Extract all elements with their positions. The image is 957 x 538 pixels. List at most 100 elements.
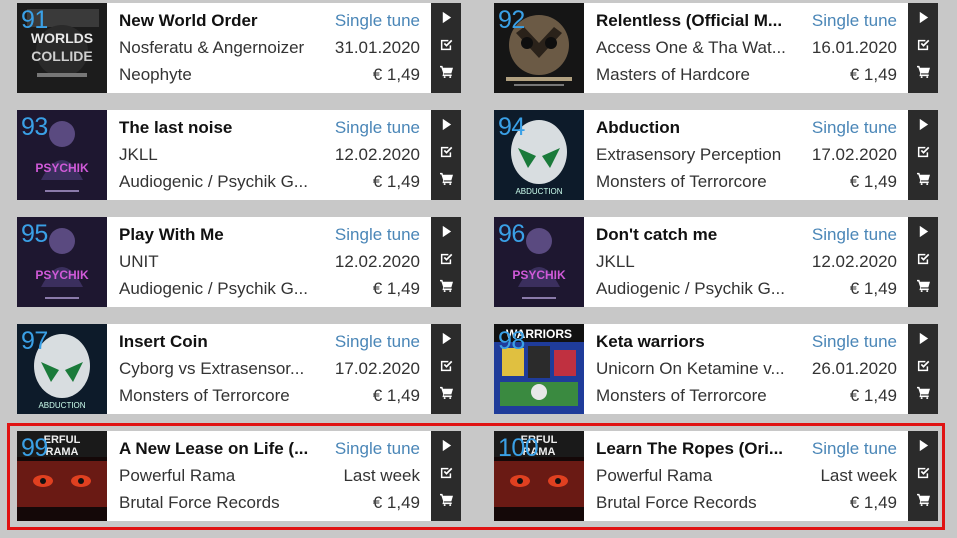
cart-icon: [439, 65, 453, 83]
track-card[interactable]: WARRIORS 98 Keta warriors Single tune Un…: [494, 324, 938, 414]
release-type[interactable]: Single tune: [335, 435, 420, 462]
track-artist[interactable]: Unicorn On Ketamine v...: [596, 355, 791, 382]
track-artist[interactable]: Access One & Tha Wat...: [596, 34, 791, 61]
add-to-list-button[interactable]: [431, 247, 461, 274]
track-card[interactable]: PSYCHIK 95 Play With Me Single tune UNIT…: [17, 217, 461, 307]
play-button[interactable]: [431, 113, 461, 140]
play-button[interactable]: [908, 6, 938, 33]
add-to-cart-button[interactable]: [431, 488, 461, 515]
album-cover[interactable]: PSYCHIK 93: [17, 110, 107, 200]
track-artist[interactable]: JKLL: [596, 248, 791, 275]
track-price: € 1,49: [372, 279, 420, 298]
chart-rank: 97: [21, 327, 48, 355]
album-cover[interactable]: WORLDS COLLIDE 91: [17, 3, 107, 93]
play-icon: [440, 332, 453, 350]
add-to-cart-button[interactable]: [908, 274, 938, 301]
track-info: Play With Me Single tune UNIT 12.02.2020…: [119, 217, 420, 307]
add-to-list-button[interactable]: [908, 33, 938, 60]
checklist-icon: [440, 466, 453, 484]
track-card[interactable]: PSYCHIK 96 Don't catch me Single tune JK…: [494, 217, 938, 307]
play-button[interactable]: [431, 6, 461, 33]
play-button[interactable]: [908, 220, 938, 247]
track-card[interactable]: ERFUL RAMA 99 A New Lease on Life (... S…: [17, 431, 461, 521]
track-card[interactable]: WORLDS COLLIDE 91 New World Order Single…: [17, 3, 461, 93]
track-price: € 1,49: [849, 279, 897, 298]
add-to-list-button[interactable]: [431, 140, 461, 167]
track-card[interactable]: ABDUCTION 97 Insert Coin Single tune Cyb…: [17, 324, 461, 414]
play-button[interactable]: [431, 434, 461, 461]
album-cover[interactable]: PSYCHIK 95: [17, 217, 107, 307]
release-date: 17.02.2020: [334, 359, 420, 378]
track-title[interactable]: Keta warriors: [596, 328, 804, 355]
add-to-cart-button[interactable]: [908, 167, 938, 194]
release-type[interactable]: Single tune: [335, 221, 420, 248]
add-to-list-button[interactable]: [908, 461, 938, 488]
track-artist[interactable]: Nosferatu & Angernoizer: [119, 34, 314, 61]
record-label[interactable]: Masters of Hardcore: [596, 61, 801, 88]
add-to-cart-button[interactable]: [431, 167, 461, 194]
track-card[interactable]: ABDUCTION 94 Abduction Single tune Extra…: [494, 110, 938, 200]
album-cover[interactable]: ERFUL RAMA 100: [494, 431, 584, 521]
add-to-cart-button[interactable]: [908, 381, 938, 408]
record-label[interactable]: Brutal Force Records: [119, 489, 324, 516]
record-label[interactable]: Audiogenic / Psychik G...: [119, 168, 324, 195]
album-cover[interactable]: 92: [494, 3, 584, 93]
release-type[interactable]: Single tune: [335, 7, 420, 34]
record-label[interactable]: Audiogenic / Psychik G...: [119, 275, 324, 302]
add-to-cart-button[interactable]: [908, 488, 938, 515]
track-artist[interactable]: Powerful Rama: [596, 462, 791, 489]
track-artist[interactable]: Powerful Rama: [119, 462, 314, 489]
add-to-list-button[interactable]: [431, 33, 461, 60]
track-artist[interactable]: UNIT: [119, 248, 314, 275]
track-title[interactable]: Abduction: [596, 114, 804, 141]
track-artist[interactable]: Cyborg vs Extrasensor...: [119, 355, 314, 382]
add-to-list-button[interactable]: [908, 247, 938, 274]
record-label[interactable]: Monsters of Terrorcore: [119, 382, 324, 409]
release-type[interactable]: Single tune: [812, 114, 897, 141]
add-to-list-button[interactable]: [431, 354, 461, 381]
album-cover[interactable]: WARRIORS 98: [494, 324, 584, 414]
release-type[interactable]: Single tune: [335, 328, 420, 355]
record-label[interactable]: Audiogenic / Psychik G...: [596, 275, 801, 302]
track-title[interactable]: Relentless (Official M...: [596, 7, 804, 34]
track-artist[interactable]: JKLL: [119, 141, 314, 168]
play-button[interactable]: [431, 220, 461, 247]
track-title[interactable]: A New Lease on Life (...: [119, 435, 327, 462]
track-title[interactable]: The last noise: [119, 114, 327, 141]
record-label[interactable]: Neophyte: [119, 61, 324, 88]
track-card[interactable]: PSYCHIK 93 The last noise Single tune JK…: [17, 110, 461, 200]
album-cover[interactable]: ABDUCTION 97: [17, 324, 107, 414]
release-type[interactable]: Single tune: [812, 7, 897, 34]
album-cover[interactable]: ERFUL RAMA 99: [17, 431, 107, 521]
record-label[interactable]: Monsters of Terrorcore: [596, 168, 801, 195]
track-card[interactable]: ERFUL RAMA 100 Learn The Ropes (Ori... S…: [494, 431, 938, 521]
add-to-cart-button[interactable]: [431, 274, 461, 301]
add-to-list-button[interactable]: [908, 354, 938, 381]
track-title[interactable]: New World Order: [119, 7, 327, 34]
release-type[interactable]: Single tune: [812, 435, 897, 462]
add-to-list-button[interactable]: [908, 140, 938, 167]
track-title[interactable]: Learn The Ropes (Ori...: [596, 435, 804, 462]
add-to-cart-button[interactable]: [908, 60, 938, 87]
add-to-list-button[interactable]: [431, 461, 461, 488]
track-title[interactable]: Play With Me: [119, 221, 327, 248]
add-to-cart-button[interactable]: [431, 60, 461, 87]
play-button[interactable]: [908, 434, 938, 461]
track-title[interactable]: Insert Coin: [119, 328, 327, 355]
add-to-cart-button[interactable]: [431, 381, 461, 408]
track-card[interactable]: 92 Relentless (Official M... Single tune…: [494, 3, 938, 93]
album-cover[interactable]: PSYCHIK 96: [494, 217, 584, 307]
release-type[interactable]: Single tune: [335, 114, 420, 141]
cart-icon: [916, 65, 930, 83]
track-info: The last noise Single tune JKLL 12.02.20…: [119, 110, 420, 200]
track-title[interactable]: Don't catch me: [596, 221, 804, 248]
release-type[interactable]: Single tune: [812, 328, 897, 355]
play-button[interactable]: [908, 327, 938, 354]
play-button[interactable]: [908, 113, 938, 140]
play-button[interactable]: [431, 327, 461, 354]
release-type[interactable]: Single tune: [812, 221, 897, 248]
album-cover[interactable]: ABDUCTION 94: [494, 110, 584, 200]
track-artist[interactable]: Extrasensory Perception: [596, 141, 791, 168]
record-label[interactable]: Brutal Force Records: [596, 489, 801, 516]
record-label[interactable]: Monsters of Terrorcore: [596, 382, 801, 409]
